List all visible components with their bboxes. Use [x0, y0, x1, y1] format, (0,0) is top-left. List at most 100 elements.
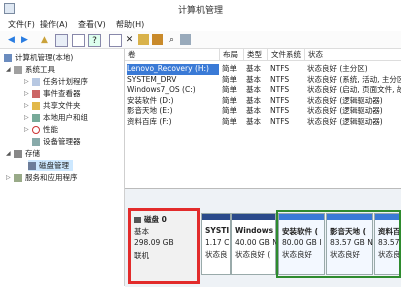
console-icon[interactable] — [109, 34, 122, 47]
volume-fs: NTFS — [270, 85, 290, 94]
volume-fs: NTFS — [270, 74, 290, 84]
tree-device-manager[interactable]: 设备管理器 — [32, 136, 81, 147]
properties-icon[interactable] — [72, 34, 85, 47]
table-row[interactable]: 影音天地 (E:) 简单 基本 NTFS 状态良好 (逻辑驱动器) — [125, 106, 401, 117]
volume-status: 状态良好 (启动, 页面文件, 故障转储, 主分区) — [307, 85, 401, 94]
expand-arrow-icon[interactable]: ◢ — [6, 66, 11, 73]
extended-partition-highlight — [276, 210, 401, 278]
volume-type: 基本 — [246, 64, 261, 73]
tree-services[interactable]: 服务和应用程序 — [14, 172, 78, 183]
disk-name: 磁盘 0 — [144, 215, 167, 224]
window-title: 计算机管理 — [177, 6, 223, 16]
zoom-icon[interactable] — [180, 34, 191, 45]
volume-layout: 简单 — [222, 116, 237, 126]
expand-arrow-icon[interactable]: ▷ — [24, 78, 29, 85]
volume-status: 状态良好 (逻辑驱动器) — [307, 116, 383, 126]
show-tree-icon[interactable] — [55, 34, 68, 47]
delete-icon[interactable]: ✕ — [124, 34, 135, 45]
col-volume[interactable]: 卷 — [125, 49, 220, 61]
event-icon — [32, 89, 40, 98]
volume-name: Windows7_OS (C:) — [127, 85, 196, 94]
tree-disk-management[interactable]: 磁盘管理 — [28, 160, 73, 171]
computer-icon — [4, 53, 12, 62]
volume-layout: 简单 — [222, 64, 237, 73]
volume-layout: 简单 — [222, 85, 237, 94]
col-status[interactable]: 状态 — [305, 49, 401, 61]
table-row[interactable]: Lenovo_Recovery (H:) 简单 基本 NTFS 状态良好 (主分… — [125, 64, 401, 75]
volume-name: Lenovo_Recovery (H:) — [127, 64, 219, 75]
volume-fs: NTFS — [270, 64, 290, 73]
disk-0-info[interactable]: 磁盘 0 基本 298.09 GB 联机 — [128, 208, 200, 284]
expand-arrow-icon[interactable]: ◢ — [6, 150, 11, 157]
partition-windows[interactable]: Windows 40.00 GB N 状态良好 ( — [231, 213, 278, 275]
volume-fs: NTFS — [270, 106, 290, 115]
volume-layout: 简单 — [222, 106, 237, 115]
properties2-icon[interactable] — [138, 34, 149, 45]
menu-action[interactable]: 操作(A) — [40, 19, 68, 30]
search-icon[interactable]: ⌕ — [166, 34, 177, 45]
disk-icon — [134, 216, 141, 223]
menu-help[interactable]: 帮助(H) — [116, 19, 144, 30]
tools-icon — [14, 65, 22, 74]
up-icon[interactable]: ▲ — [39, 34, 50, 45]
title-bar: 计算机管理 — [0, 0, 401, 16]
tree-task-scheduler[interactable]: 任务计划程序 — [32, 76, 88, 87]
table-row[interactable]: 资料百库 (F:) 简单 基本 NTFS 状态良好 (逻辑驱动器) — [125, 117, 401, 128]
tree-storage[interactable]: 存储 — [14, 148, 40, 159]
navigation-tree: 计算机管理(本地) ◢ 系统工具 ▷ 任务计划程序 ▷ 事件查看器 ▷ 共享文件… — [0, 49, 125, 286]
menu-file[interactable]: 文件(F) — [8, 19, 35, 30]
clock-icon — [32, 77, 40, 86]
tree-performance[interactable]: 性能 — [32, 124, 58, 135]
back-icon[interactable]: ◀ — [6, 34, 17, 45]
tree-root[interactable]: 计算机管理(本地) — [4, 52, 73, 63]
menu-view[interactable]: 查看(V) — [78, 19, 106, 30]
volume-type: 基本 — [246, 106, 261, 115]
col-layout[interactable]: 布局 — [220, 49, 244, 61]
volume-layout: 简单 — [222, 95, 237, 105]
col-type[interactable]: 类型 — [244, 49, 268, 61]
volume-status: 状态良好 (系统, 活动, 主分区) — [307, 74, 401, 84]
col-filesystem[interactable]: 文件系统 — [268, 49, 305, 61]
volume-fs: NTFS — [270, 116, 290, 126]
volume-name: 影音天地 (E:) — [127, 106, 173, 115]
volume-type: 基本 — [246, 116, 261, 126]
volume-list: 卷 布局 类型 文件系统 状态 Lenovo_Recovery (H:) 简单 … — [125, 49, 401, 187]
toolbar: ◀ ▶ ▲ ? ✕ ⌕ — [0, 31, 401, 49]
volume-status: 状态良好 (主分区) — [307, 64, 368, 73]
expand-arrow-icon[interactable]: ▷ — [6, 174, 11, 181]
table-row[interactable]: Windows7_OS (C:) 简单 基本 NTFS 状态良好 (启动, 页面… — [125, 85, 401, 96]
disk-status: 联机 — [134, 251, 149, 260]
expand-arrow-icon[interactable]: ▷ — [24, 90, 29, 97]
tree-event-viewer[interactable]: 事件查看器 — [32, 88, 81, 99]
menu-bar: 文件(F) 操作(A) 查看(V) 帮助(H) — [0, 16, 401, 31]
users-icon — [32, 113, 40, 122]
expand-arrow-icon[interactable]: ▷ — [24, 102, 29, 109]
tree-system-tools[interactable]: 系统工具 — [14, 64, 55, 75]
services-icon — [14, 173, 22, 182]
volume-type: 基本 — [246, 74, 261, 84]
volume-fs: NTFS — [270, 95, 290, 105]
open-icon[interactable] — [152, 34, 163, 45]
tree-local-users[interactable]: 本地用户和组 — [32, 112, 88, 123]
forward-icon[interactable]: ▶ — [19, 34, 30, 45]
tree-shared-folders[interactable]: 共享文件夹 — [32, 100, 81, 111]
table-row[interactable]: SYSTEM_DRV 简单 基本 NTFS 状态良好 (系统, 活动, 主分区) — [125, 75, 401, 86]
disk-icon — [28, 161, 36, 170]
volume-status: 状态良好 (逻辑驱动器) — [307, 95, 383, 105]
partition-system[interactable]: SYSTI 1.17 C 状态良 — [201, 213, 231, 275]
folder-icon — [32, 101, 40, 110]
storage-icon — [14, 149, 22, 158]
device-icon — [32, 137, 40, 146]
volume-status: 状态良好 (逻辑驱动器) — [307, 106, 383, 115]
disk-size: 298.09 GB — [134, 238, 174, 247]
expand-arrow-icon[interactable]: ▷ — [24, 126, 29, 133]
volume-type: 基本 — [246, 95, 261, 105]
volume-type: 基本 — [246, 85, 261, 94]
volume-name: 安装软件 (D:) — [127, 95, 174, 105]
volume-name: SYSTEM_DRV — [127, 74, 177, 84]
volume-layout: 简单 — [222, 74, 237, 84]
volume-name: 资料百库 (F:) — [127, 116, 172, 126]
help-icon[interactable]: ? — [88, 34, 101, 47]
expand-arrow-icon[interactable]: ▷ — [24, 114, 29, 121]
table-row[interactable]: 安装软件 (D:) 简单 基本 NTFS 状态良好 (逻辑驱动器) — [125, 96, 401, 107]
